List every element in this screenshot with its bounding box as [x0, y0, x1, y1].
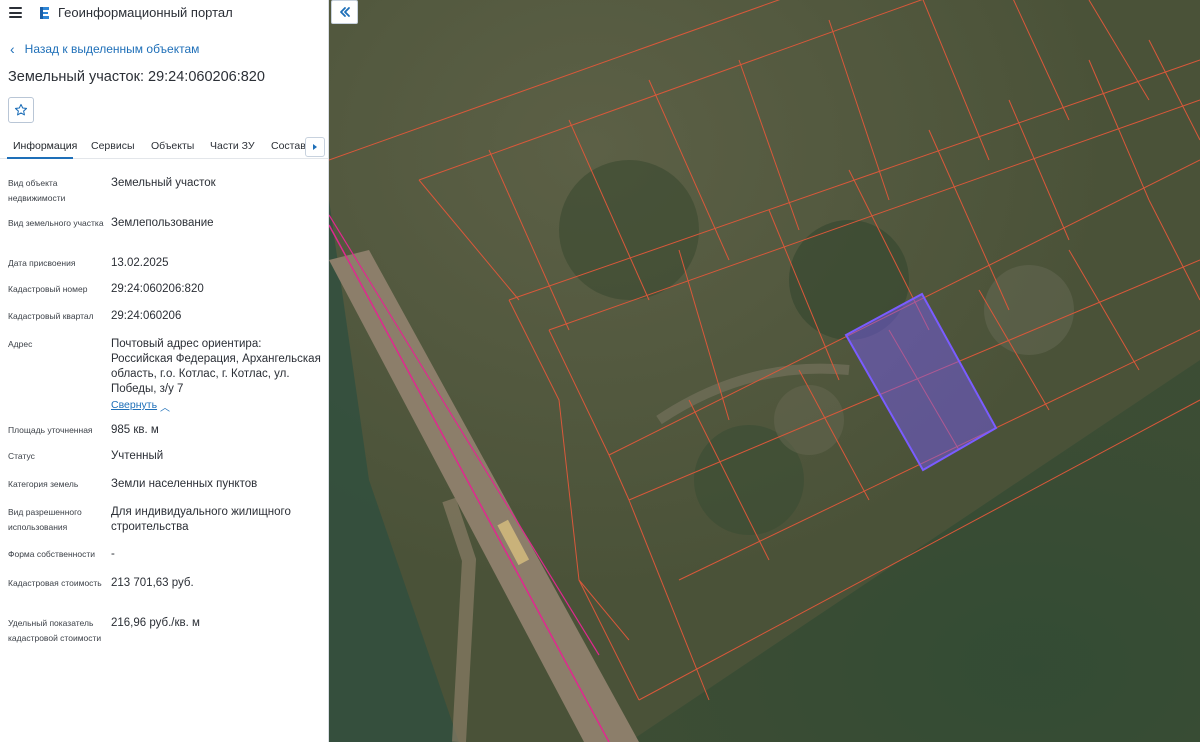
top-bar: Геоинформационный портал [0, 0, 328, 26]
field-value: Земли населенных пунктов [111, 478, 258, 490]
page-title: Земельный участок: 29:24:060206:820 [8, 69, 265, 85]
field-value: Землепользование [111, 217, 214, 229]
field-label: Категория земель [8, 479, 79, 489]
collapse-address-link[interactable]: Свернуть [111, 399, 157, 411]
field-label: Адрес [8, 339, 33, 349]
field-value: 29:24:060206:820 [111, 283, 204, 295]
field-label: Статус [8, 451, 35, 461]
triangle-right-icon [313, 144, 317, 150]
field-value: 13.02.2025 [111, 257, 169, 269]
chevron-up-icon[interactable]: ︿ [160, 399, 170, 414]
vegetation-patch [559, 160, 699, 300]
field-label: Форма собственности [8, 549, 95, 559]
field-label: Дата присвоения [8, 258, 76, 268]
field-value: Почтовый адрес ориентира: Российская Фед… [111, 338, 321, 395]
tab-services[interactable]: Сервисы [91, 140, 135, 152]
app-title: Геоинформационный портал [58, 5, 233, 20]
field-value: 213 701,63 руб. [111, 577, 194, 589]
tab-information[interactable]: Информация [13, 140, 77, 152]
hamburger-icon[interactable] [9, 7, 22, 18]
tab-objects[interactable]: Объекты [151, 140, 194, 152]
field-value: 29:24:060206 [111, 310, 182, 322]
clearing-patch [774, 385, 844, 455]
map-canvas[interactable] [329, 0, 1200, 742]
tab-composition[interactable]: Состав [271, 140, 306, 152]
field-value: Для индивидуального жилищного строительс… [111, 506, 291, 533]
field-label: Площадь уточненная [8, 425, 93, 435]
chevron-left-icon: ‹ [10, 41, 15, 57]
tabs-next-button[interactable] [305, 137, 325, 157]
field-value: 985 кв. м [111, 424, 159, 436]
field-label: Вид объекта недвижимости [8, 178, 66, 203]
favorite-button[interactable] [8, 97, 34, 123]
collapse-panel-button[interactable] [331, 0, 358, 24]
back-to-selected-link[interactable]: ‹ Назад к выделенным объектам [10, 42, 199, 56]
field-label: Вид земельного участка [8, 218, 104, 228]
tab-land-parts[interactable]: Части ЗУ [210, 140, 255, 152]
field-value: 216,96 руб./кв. м [111, 617, 200, 629]
field-value: - [111, 548, 115, 560]
double-chevron-left-icon [339, 7, 350, 17]
active-tab-indicator [7, 157, 73, 159]
satellite-map[interactable] [329, 0, 1200, 742]
portal-logo-icon [40, 7, 49, 19]
back-link-label: Назад к выделенным объектам [24, 42, 200, 56]
field-value: Земельный участок [111, 177, 216, 189]
field-label: Кадастровый номер [8, 284, 88, 294]
star-icon [14, 103, 28, 116]
field-label: Вид разрешенного использования [8, 507, 82, 532]
field-value: Учтенный [111, 450, 164, 462]
field-label: Кадастровая стоимость [8, 578, 102, 588]
field-label: Кадастровый квартал [8, 311, 94, 321]
field-label: Удельный показатель кадастровой стоимост… [8, 618, 102, 643]
info-panel: Геоинформационный портал ‹ Назад к выдел… [0, 0, 329, 742]
clearing-patch [984, 265, 1074, 355]
tab-bar: Информация Сервисы Объекты Части ЗУ Сост… [0, 135, 328, 159]
